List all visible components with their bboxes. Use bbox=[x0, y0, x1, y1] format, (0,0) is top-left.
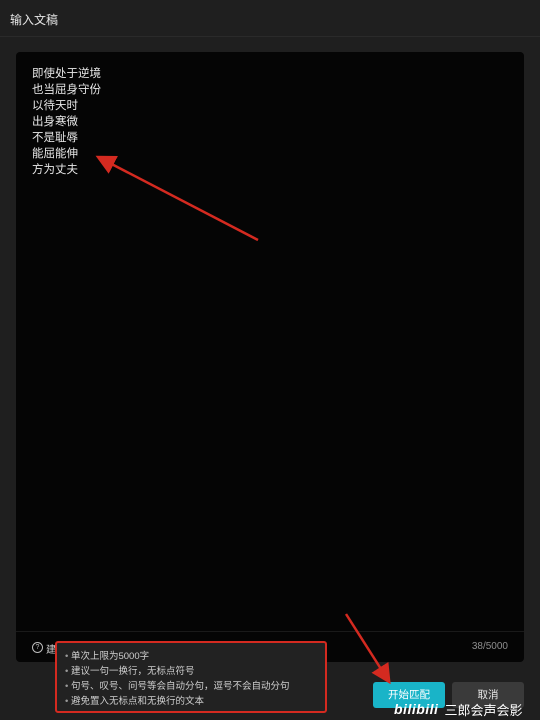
script-line: 不是耻辱 bbox=[32, 132, 78, 144]
help-tooltip: 单次上限为5000字 建议一句一换行，无标点符号 句号、叹号、问号等会自动分句，… bbox=[55, 641, 327, 713]
dialog-title: 输入文稿 bbox=[10, 13, 59, 27]
script-text-editor[interactable]: 即使处于逆境 也当屈身守份 以待天时 出身寒微 不是耻辱 能屈能伸 方为丈夫 ?… bbox=[16, 52, 524, 662]
script-text-content[interactable]: 即使处于逆境 也当屈身守份 以待天时 出身寒微 不是耻辱 能屈能伸 方为丈夫 bbox=[32, 66, 508, 178]
script-line: 方为丈夫 bbox=[32, 164, 78, 176]
watermark-text: 三郎会声会影 bbox=[444, 702, 523, 718]
tooltip-item: 单次上限为5000字 bbox=[65, 649, 317, 664]
dialog-titlebar: 输入文稿 bbox=[0, 0, 540, 37]
character-counter: 38/5000 bbox=[471, 641, 508, 652]
tooltip-item: 句号、叹号、问号等会自动分句，逗号不会自动分句 bbox=[65, 679, 317, 694]
question-icon[interactable]: ? bbox=[32, 642, 43, 653]
script-line: 出身寒微 bbox=[32, 116, 78, 128]
script-line: 以待天时 bbox=[32, 100, 78, 112]
tooltip-item: 避免置入无标点和无换行的文本 bbox=[65, 694, 317, 709]
script-line: 即使处于逆境 bbox=[32, 68, 101, 80]
script-line: 能屈能伸 bbox=[32, 148, 78, 160]
bilibili-logo: bilibili bbox=[394, 701, 439, 717]
script-line: 也当屈身守份 bbox=[32, 84, 101, 96]
tooltip-item: 建议一句一换行，无标点符号 bbox=[65, 664, 317, 679]
watermark: bilibili 三郎会声会影 bbox=[394, 699, 522, 719]
